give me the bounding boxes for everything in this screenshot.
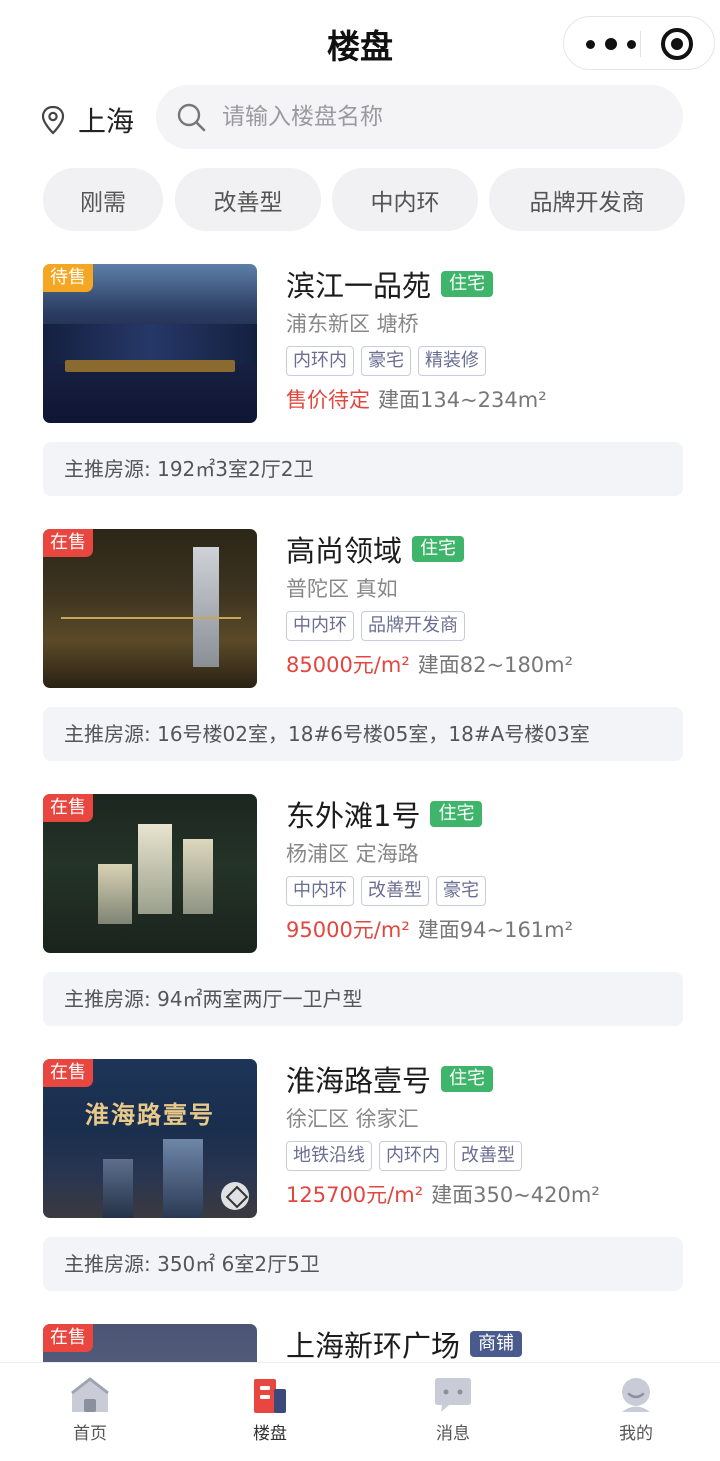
building-icon [254,1379,286,1413]
3d-view-icon[interactable] [221,1182,249,1210]
property-type-tag: 商铺 [470,1331,523,1357]
thumbnail-caption: 淮海路壹号 [85,1100,215,1129]
listing-thumbnail: 在售 [43,529,257,688]
profile-icon [622,1378,650,1412]
listing-area: 建面350~420m² [431,1183,600,1207]
tab-messages[interactable]: 消息 [363,1363,543,1461]
feature-tag: 中内环 [286,611,354,641]
feature-tag: 改善型 [361,876,429,906]
tab-label: 楼盘 [253,1424,287,1444]
status-badge: 在售 [43,1324,93,1352]
status-badge: 在售 [43,1059,93,1087]
filter-chip[interactable]: 刚需 [43,168,163,231]
status-badge: 待售 [43,264,93,292]
listing-name: 高尚领域 [286,534,403,568]
filter-chip[interactable]: 品牌开发商 [489,168,685,231]
more-icon[interactable] [586,35,636,53]
tab-bar: 首页 楼盘 消息 我的 [0,1362,720,1461]
city-selector[interactable]: 上海 [40,100,134,140]
search-box[interactable] [156,85,683,149]
feature-tag: 地铁沿线 [286,1141,372,1171]
listing-thumbnail: 待售 [43,264,257,423]
city-name: 上海 [78,105,135,138]
listing-name: 滨江一品苑 [286,269,432,303]
capsule-divider [640,31,641,57]
listing-card[interactable]: 在售 上海新环广场 商铺 [0,1324,720,1364]
tab-profile[interactable]: 我的 [546,1363,720,1461]
recommended-units: 主推房源: 16号楼02室，18#6号楼05室，18#A号楼03室 [43,707,683,761]
feature-tag: 豪宅 [361,346,411,376]
location-pin-icon [41,105,65,135]
listing-price: 95000元/m² [286,918,410,942]
feature-tag: 中内环 [286,876,354,906]
listing-price: 85000元/m² [286,653,410,677]
feature-tag: 品牌开发商 [361,611,465,641]
listing-thumbnail: 在售 [43,794,257,953]
filter-chip[interactable]: 改善型 [175,168,321,231]
listing-card[interactable]: 待售 滨江一品苑 住宅 浦东新区 塘桥 内环内 豪宅 精装修 售价待定 建面134… [0,264,720,504]
listing-name: 淮海路壹号 [286,1064,432,1098]
property-type-tag: 住宅 [412,536,465,562]
close-target-icon[interactable] [661,28,693,60]
listing-thumbnail: 在售 [43,1324,257,1364]
listing-district: 杨浦区 定海路 [286,842,419,866]
tab-label: 我的 [619,1424,653,1444]
recommended-units: 主推房源: 94㎡两室两厅一卫户型 [43,972,683,1026]
filter-chip[interactable]: 中内环 [332,168,478,231]
listing-name: 上海新环广场 [286,1329,461,1363]
tab-buildings[interactable]: 楼盘 [180,1363,360,1461]
listing-card[interactable]: 淮海路壹号 在售 淮海路壹号 住宅 徐汇区 徐家汇 地铁沿线 内环内 改善型 1… [0,1059,720,1299]
property-type-tag: 住宅 [430,801,483,827]
home-icon [71,1377,109,1412]
listing-price: 125700元/m² [286,1183,424,1207]
search-icon [177,103,206,132]
feature-tag: 豪宅 [436,876,486,906]
recommended-units: 主推房源: 350㎡ 6室2厅5卫 [43,1237,683,1291]
feature-tag: 改善型 [454,1141,522,1171]
feature-tag: 内环内 [286,346,354,376]
message-icon [435,1378,471,1412]
listing-district: 浦东新区 塘桥 [286,312,419,336]
feature-tag: 精装修 [418,346,486,376]
listing-area: 建面134~234m² [378,388,547,412]
recommended-units: 主推房源: 192㎡3室2厅2卫 [43,442,683,496]
property-type-tag: 住宅 [441,271,494,297]
listing-card[interactable]: 在售 东外滩1号 住宅 杨浦区 定海路 中内环 改善型 豪宅 95000元/m²… [0,794,720,1034]
status-badge: 在售 [43,529,93,557]
tab-home[interactable]: 首页 [0,1363,180,1461]
miniprogram-capsule [563,16,715,70]
tab-label: 消息 [436,1424,470,1444]
listing-card[interactable]: 在售 高尚领域 住宅 普陀区 真如 中内环 品牌开发商 85000元/m² 建面8… [0,529,720,769]
property-type-tag: 住宅 [441,1066,494,1092]
navigation-bar: 楼盘 [0,0,720,84]
listing-area: 建面94~161m² [417,918,574,942]
tab-label: 首页 [73,1424,107,1444]
status-badge: 在售 [43,794,93,822]
listing-area: 建面82~180m² [417,653,574,677]
search-input[interactable] [222,104,642,130]
feature-tag: 内环内 [379,1141,447,1171]
listing-district: 普陀区 真如 [286,577,398,601]
listing-name: 东外滩1号 [286,799,421,833]
listing-district: 徐汇区 徐家汇 [286,1107,419,1131]
listing-thumbnail: 淮海路壹号 在售 [43,1059,257,1218]
listing-price: 售价待定 [286,388,370,412]
